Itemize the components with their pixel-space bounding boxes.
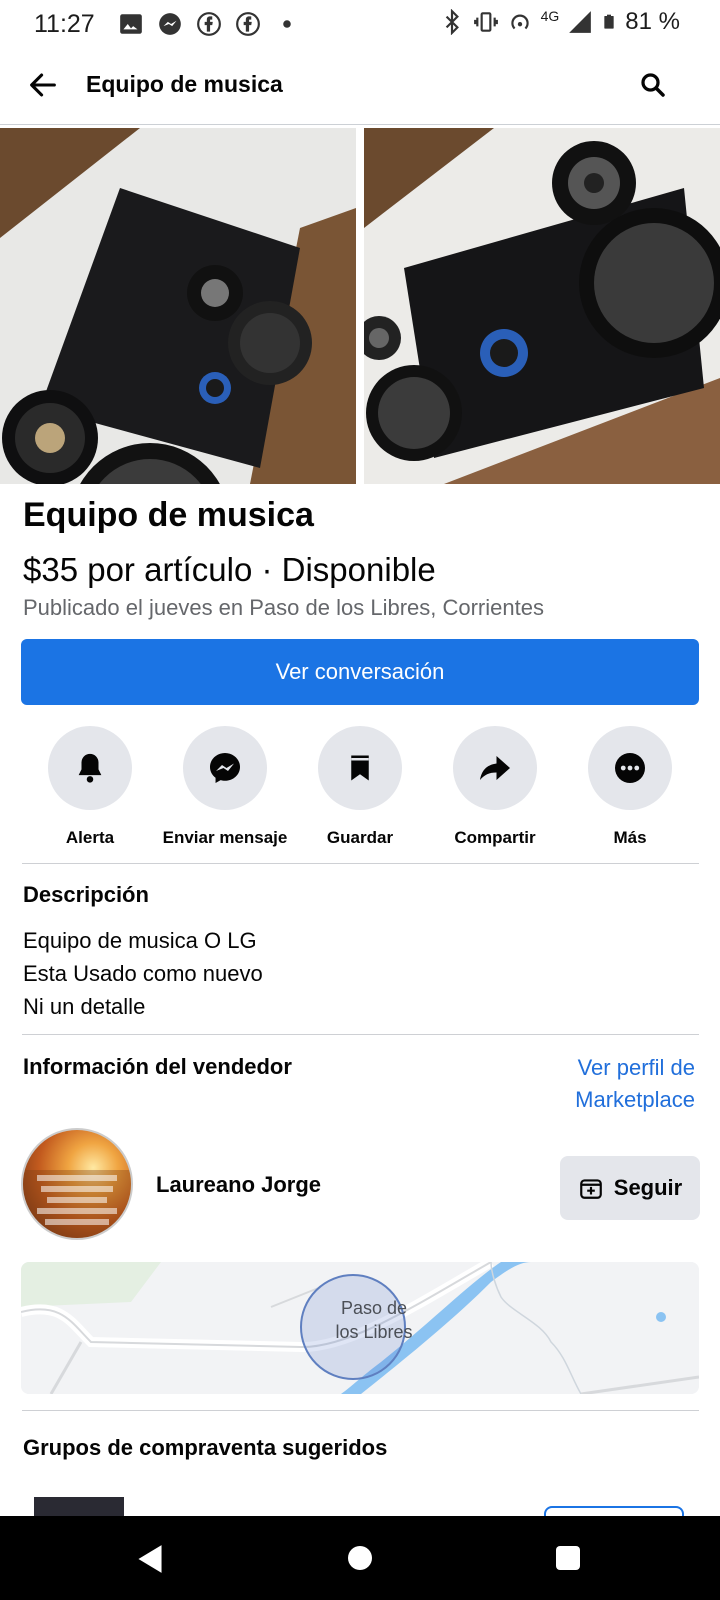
description-line: Ni un detalle xyxy=(23,994,146,1019)
save-action[interactable]: Guardar xyxy=(290,726,430,848)
listing-title: Equipo de musica xyxy=(23,496,314,534)
back-arrow-icon[interactable] xyxy=(26,68,60,102)
more-notifications-dot-icon xyxy=(283,20,291,28)
alert-action[interactable]: Alerta xyxy=(20,726,160,848)
more-icon xyxy=(615,753,645,783)
more-button[interactable] xyxy=(588,726,672,810)
search-icon[interactable] xyxy=(638,70,668,100)
send-message-label: Enviar mensaje xyxy=(162,828,288,847)
more-label: Más xyxy=(613,828,647,847)
location-map[interactable]: Paso de los Libres xyxy=(21,1262,699,1394)
battery-percent: 81 % xyxy=(625,8,680,35)
facebook-notification-icon-2 xyxy=(236,12,260,36)
nav-back-icon[interactable] xyxy=(136,1544,164,1574)
network-type: 4G xyxy=(540,8,560,24)
action-buttons-row: Alerta Enviar mensaje Guardar Compartir … xyxy=(0,726,720,848)
listing-published-info: Publicado el jueves en Paso de los Libre… xyxy=(23,595,544,620)
divider xyxy=(22,1410,699,1411)
share-button[interactable] xyxy=(453,726,537,810)
map-label-line: los Libres xyxy=(335,1322,413,1342)
share-label: Compartir xyxy=(454,828,536,847)
profile-link-line[interactable]: Marketplace xyxy=(575,1084,695,1116)
page-title: Equipo de musica xyxy=(86,71,283,97)
listing-photo-1[interactable] xyxy=(0,128,356,484)
send-message-action[interactable]: Enviar mensaje xyxy=(155,726,295,848)
alert-button[interactable] xyxy=(48,726,132,810)
battery-icon xyxy=(604,14,614,29)
description-line: Esta Usado como nuevo xyxy=(23,961,263,986)
seller-info-heading: Información del vendedor xyxy=(23,1054,292,1079)
listing-photo-2[interactable] xyxy=(364,128,720,484)
divider xyxy=(22,863,699,864)
group-thumbnail[interactable] xyxy=(34,1497,124,1517)
vibrate-icon xyxy=(473,12,498,32)
save-button[interactable] xyxy=(318,726,402,810)
map-location-label: Paso de los Libres xyxy=(314,1296,434,1344)
save-label: Guardar xyxy=(326,828,394,847)
facebook-notification-icon xyxy=(197,12,221,36)
nav-recents-icon[interactable] xyxy=(556,1546,580,1570)
gallery-icon xyxy=(120,14,142,34)
follow-store-icon xyxy=(579,1179,602,1199)
notification-icons xyxy=(118,11,300,37)
description-line: Equipo de musica O LG xyxy=(23,928,257,953)
listing-photo-gallery[interactable] xyxy=(0,128,720,484)
follow-label: Seguir xyxy=(613,1175,683,1200)
follow-button[interactable]: Seguir xyxy=(560,1156,700,1220)
more-action[interactable]: Más xyxy=(560,726,700,848)
view-marketplace-profile-link[interactable]: Ver perfil de Marketplace xyxy=(575,1052,695,1116)
bell-icon xyxy=(78,753,102,783)
share-action[interactable]: Compartir xyxy=(425,726,565,848)
profile-link-line[interactable]: Ver perfil de xyxy=(575,1052,695,1084)
app-bar: Equipo de musica xyxy=(0,48,720,125)
avatar-image xyxy=(23,1170,131,1238)
nav-home-icon[interactable] xyxy=(348,1546,372,1570)
system-navigation-bar xyxy=(0,1516,720,1600)
status-bar: 11:27 4G 81 % xyxy=(0,0,720,48)
seller-name[interactable]: Laureano Jorge xyxy=(156,1172,321,1198)
view-conversation-button[interactable]: Ver conversación xyxy=(21,639,699,705)
messenger-notification-icon xyxy=(159,13,181,35)
suggested-groups-heading: Grupos de compraventa sugeridos xyxy=(23,1435,388,1460)
messenger-icon xyxy=(210,753,240,783)
stereo-photo-1 xyxy=(0,128,356,484)
share-icon xyxy=(480,756,510,780)
hotspot-icon xyxy=(510,14,529,30)
send-message-button[interactable] xyxy=(183,726,267,810)
description-heading: Descripción xyxy=(23,882,149,907)
signal-icon xyxy=(569,11,592,33)
bookmark-icon xyxy=(351,755,369,781)
bluetooth-icon xyxy=(445,9,459,35)
listing-price-status: $35 por artículo · Disponible xyxy=(23,551,436,588)
system-status: 4G 81 % xyxy=(439,8,720,36)
description-text: Equipo de musica O LG Esta Usado como nu… xyxy=(23,924,263,1023)
map-label-line: Paso de xyxy=(340,1298,408,1318)
divider xyxy=(22,1034,699,1035)
alert-label: Alerta xyxy=(65,828,115,847)
seller-avatar[interactable] xyxy=(21,1128,133,1240)
stereo-photo-2 xyxy=(364,128,720,484)
status-time: 11:27 xyxy=(34,10,95,38)
